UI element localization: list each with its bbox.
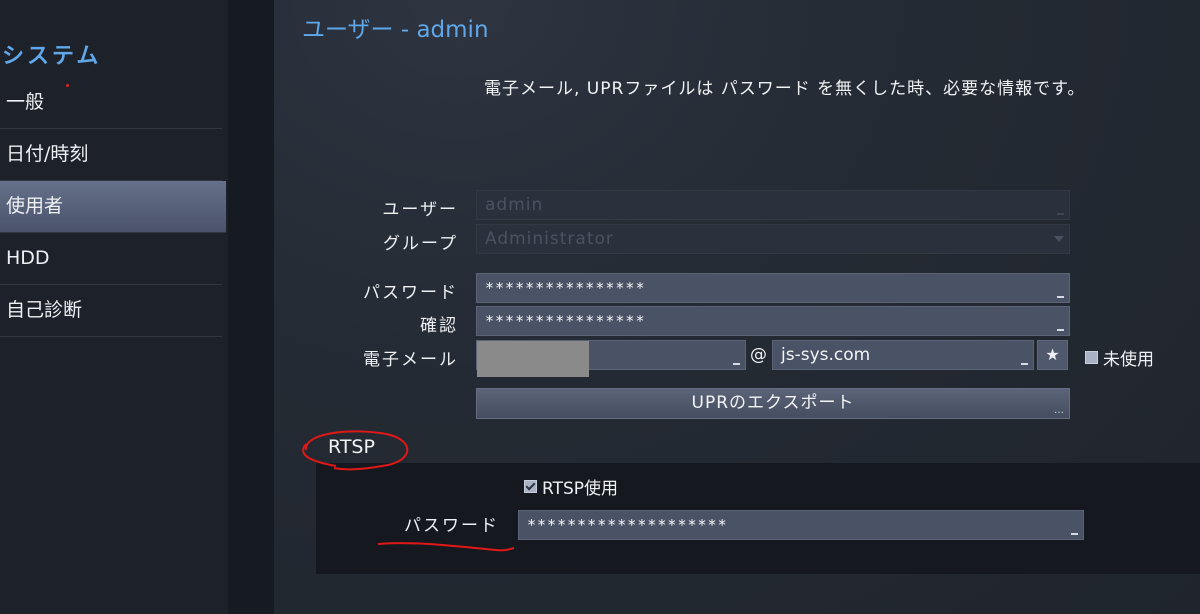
- password-field[interactable]: ****************: [476, 273, 1070, 303]
- sidebar-item-hdd[interactable]: HDD: [0, 233, 222, 285]
- sidebar-item-general[interactable]: 一般: [0, 77, 222, 129]
- field-cursor: [1057, 296, 1064, 298]
- confirm-value: ****************: [485, 312, 646, 330]
- group-value: Administrator: [485, 229, 614, 249]
- upr-export-button[interactable]: UPRのエクスポート …: [476, 388, 1070, 419]
- rtsp-panel: RTSP使用 パスワード ********************: [316, 463, 1200, 574]
- sidebar: システム 一般 日付/時刻 使用者 HDD 自己診断: [0, 0, 228, 614]
- page-title: ユーザー - admin: [302, 17, 489, 43]
- field-cursor: [1057, 213, 1064, 215]
- confirm-label: 確認: [420, 316, 458, 336]
- info-text: 電子メール, UPRファイルは パスワード を無くした時、必要な情報です。: [484, 79, 1086, 99]
- field-cursor: [1071, 533, 1078, 535]
- email-domain-field[interactable]: js-sys.com: [772, 340, 1034, 370]
- email-unused-checkbox[interactable]: 未使用: [1085, 345, 1154, 370]
- field-cursor: [1057, 329, 1064, 331]
- user-field: admin: [476, 190, 1070, 220]
- email-unused-label: 未使用: [1103, 350, 1154, 370]
- rtsp-heading: RTSP: [328, 436, 375, 458]
- annotation-dot: [66, 84, 69, 87]
- chevron-down-icon: [1054, 236, 1064, 242]
- field-cursor: [733, 363, 740, 365]
- password-label: パスワード: [363, 283, 458, 303]
- rtsp-enable-label: RTSP使用: [542, 479, 619, 499]
- rtsp-password-field[interactable]: ********************: [518, 510, 1084, 540]
- section-title: システム: [2, 44, 102, 69]
- group-label: グループ: [383, 234, 458, 254]
- star-icon: ★: [1045, 345, 1060, 364]
- sidebar-item-users[interactable]: 使用者: [0, 181, 226, 233]
- email-user-field[interactable]: [476, 340, 746, 377]
- user-label: ユーザー: [382, 200, 458, 220]
- group-select: Administrator: [476, 224, 1070, 254]
- user-value: admin: [485, 195, 544, 215]
- upr-export-label: UPRのエクスポート: [691, 393, 855, 413]
- redacted-block: [477, 341, 589, 377]
- panel-divider: [228, 0, 274, 614]
- sidebar-item-self-diagnosis[interactable]: 自己診断: [0, 285, 222, 337]
- sidebar-item-date-time[interactable]: 日付/時刻: [0, 129, 222, 181]
- email-domain-value: js-sys.com: [781, 345, 871, 365]
- email-label: 電子メール: [363, 350, 458, 370]
- rtsp-password-value: ********************: [527, 516, 728, 534]
- at-sign: @: [750, 345, 767, 365]
- sidebar-menu: 一般 日付/時刻 使用者 HDD 自己診断: [0, 77, 226, 337]
- password-value: ****************: [485, 279, 646, 297]
- confirm-password-field[interactable]: ****************: [476, 306, 1070, 336]
- rtsp-enable-checkbox[interactable]: RTSP使用: [524, 474, 618, 499]
- main-panel: ユーザー - admin 電子メール, UPRファイルは パスワード を無くした…: [274, 0, 1200, 614]
- favorite-domain-button[interactable]: ★: [1037, 340, 1068, 370]
- more-icon: …: [1054, 405, 1065, 416]
- checkbox-box: [1085, 351, 1098, 364]
- rtsp-password-label: パスワード: [404, 516, 499, 536]
- checkbox-checked-icon: [524, 480, 537, 493]
- field-cursor: [1021, 363, 1028, 365]
